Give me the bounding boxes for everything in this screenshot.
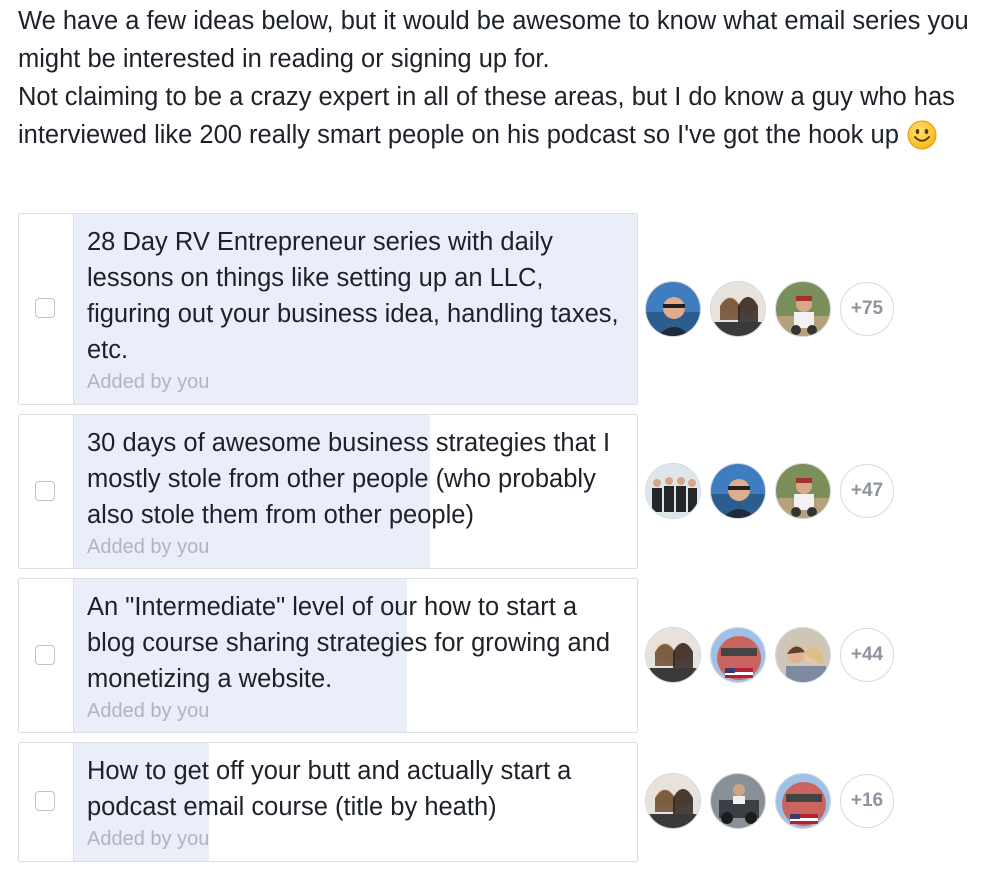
poll-option[interactable]: How to get off your butt and actually st… — [18, 742, 638, 862]
poll-option-text: 28 Day RV Entrepreneur series with daily… — [87, 214, 637, 403]
poll-option[interactable]: 30 days of awesome business strategies t… — [18, 414, 638, 569]
voter-avatar[interactable] — [775, 463, 831, 519]
added-by: Added by you — [87, 828, 210, 850]
voter-avatar[interactable] — [645, 773, 701, 829]
poll-option-label: How to get off your butt and actually st… — [87, 757, 572, 821]
poll-option[interactable]: 28 Day RV Entrepreneur series with daily… — [18, 213, 638, 405]
checkbox-cell — [19, 415, 74, 568]
voter-avatars[interactable]: +75 — [645, 280, 894, 338]
checkbox-cell — [19, 214, 74, 404]
poll-option-text: How to get off your butt and actually st… — [87, 743, 637, 860]
poll-option-checkbox[interactable] — [35, 644, 55, 665]
poll-option-label: 30 days of awesome business strategies t… — [87, 429, 611, 529]
voter-avatar[interactable] — [775, 627, 831, 683]
more-voters-count[interactable]: +44 — [840, 628, 894, 682]
smiley-face-icon — [907, 120, 937, 150]
post-text: We have a few ideas below, but it would … — [18, 2, 978, 154]
voter-avatars[interactable]: +44 — [645, 626, 894, 684]
checkbox-cell — [19, 743, 74, 861]
voter-avatar[interactable] — [710, 281, 766, 337]
voter-avatars[interactable]: +47 — [645, 462, 894, 520]
more-voters-count[interactable]: +16 — [840, 774, 894, 828]
voter-avatar[interactable] — [710, 463, 766, 519]
poll-option-text: 30 days of awesome business strategies t… — [87, 415, 637, 568]
voter-avatars[interactable]: +16 — [645, 772, 894, 830]
poll-option-checkbox[interactable] — [35, 791, 55, 811]
voter-avatar[interactable] — [775, 281, 831, 337]
poll-option[interactable]: An "Intermediate" level of our how to st… — [18, 578, 638, 733]
poll-option-label: An "Intermediate" level of our how to st… — [87, 593, 611, 693]
intro-line-2: Not claiming to be a crazy expert in all… — [18, 78, 978, 154]
poll-option-text: An "Intermediate" level of our how to st… — [87, 579, 637, 732]
poll-option-checkbox[interactable] — [35, 298, 55, 318]
checkbox-cell — [19, 579, 74, 732]
poll: 28 Day RV Entrepreneur series with daily… — [18, 213, 638, 871]
voter-avatar[interactable] — [645, 463, 701, 519]
voter-avatar[interactable] — [645, 281, 701, 337]
poll-option-checkbox[interactable] — [35, 480, 55, 501]
more-voters-count[interactable]: +47 — [840, 464, 894, 518]
voter-avatar[interactable] — [710, 627, 766, 683]
added-by: Added by you — [87, 700, 210, 722]
voter-avatar[interactable] — [775, 773, 831, 829]
voter-avatar[interactable] — [645, 627, 701, 683]
voter-avatar[interactable] — [710, 773, 766, 829]
more-voters-count[interactable]: +75 — [840, 282, 894, 336]
intro-line-2-text: Not claiming to be a crazy expert in all… — [18, 83, 955, 149]
intro-line-1: We have a few ideas below, but it would … — [18, 7, 969, 73]
added-by: Added by you — [87, 536, 210, 558]
poll-option-label: 28 Day RV Entrepreneur series with daily… — [87, 228, 619, 364]
added-by: Added by you — [87, 371, 210, 393]
